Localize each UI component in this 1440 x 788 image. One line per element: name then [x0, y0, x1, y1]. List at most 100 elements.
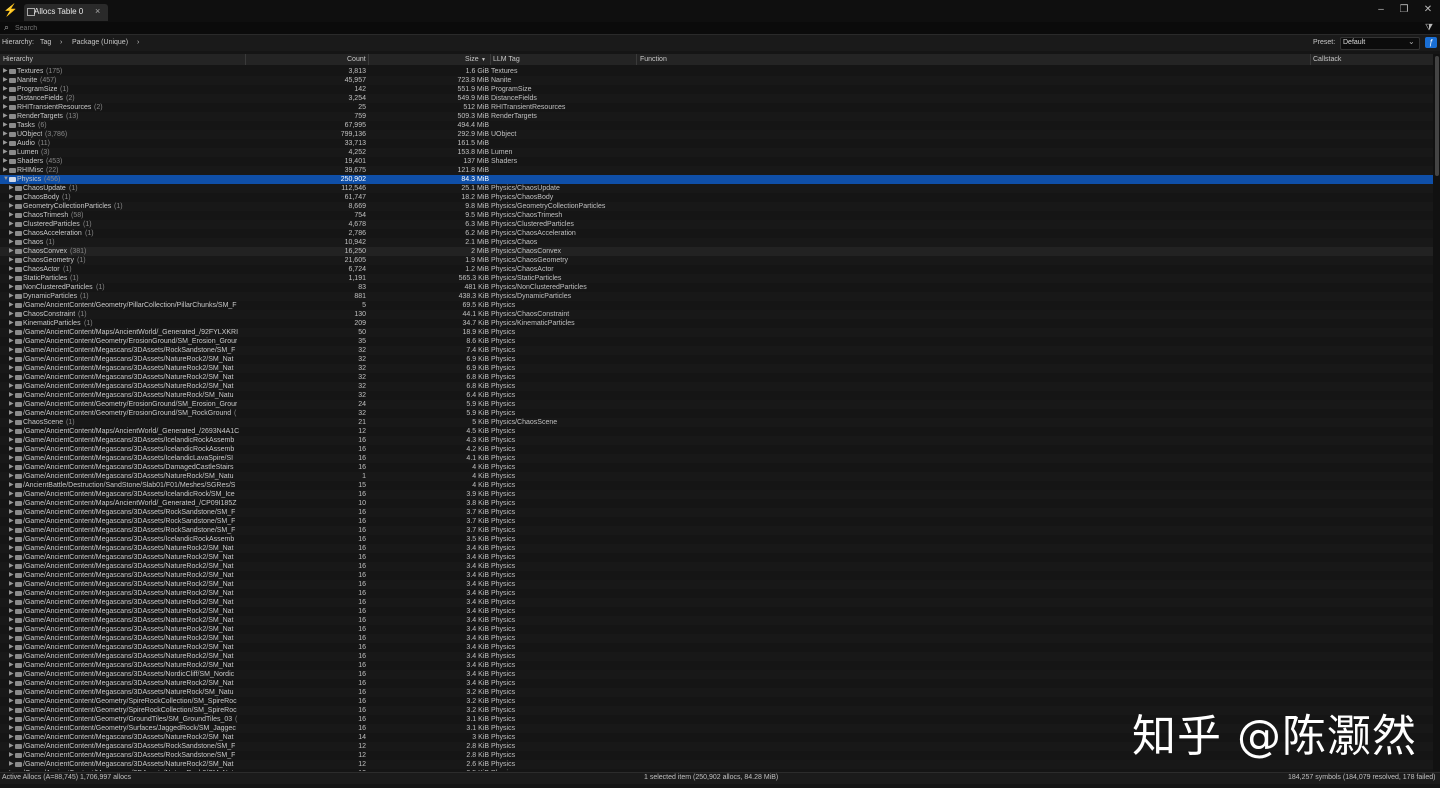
expand-arrow-icon[interactable]: ▶ — [9, 463, 14, 472]
expand-arrow-icon[interactable]: ▶ — [9, 301, 14, 310]
expand-arrow-icon[interactable]: ▶ — [9, 652, 14, 661]
table-row[interactable]: ▶ /Game/AncientContent/Megascans/3DAssets… — [0, 571, 1433, 580]
search-input[interactable] — [15, 23, 1415, 33]
expand-arrow-icon[interactable]: ▶ — [9, 229, 14, 238]
table-row[interactable]: ▶ ChaosScene (1) 21 5 KiB Physics/ChaosScene — [0, 418, 1433, 427]
table-row[interactable]: ▶ ChaosActor (1) 6,724 1.2 MiB Physics/ChaosA… — [0, 265, 1433, 274]
expand-arrow-icon[interactable]: ▶ — [9, 562, 14, 571]
expand-arrow-icon[interactable]: ▶ — [9, 337, 14, 346]
expand-arrow-icon[interactable]: ▶ — [9, 265, 14, 274]
expand-arrow-icon[interactable]: ▶ — [9, 535, 14, 544]
expand-arrow-icon[interactable]: ▶ — [9, 454, 14, 463]
table-row[interactable]: ▶ ChaosUpdate (1) 112,546 25.1 MiB Physics/Ch… — [0, 184, 1433, 193]
table-row[interactable]: ▶ ProgramSize (1) 142 551.9 MiB ProgramSize — [0, 85, 1433, 94]
expand-arrow-icon[interactable]: ▶ — [9, 715, 14, 724]
expand-arrow-icon[interactable]: ▶ — [9, 598, 14, 607]
function-toggle-button[interactable]: ƒ — [1425, 37, 1437, 48]
table-row[interactable]: ▶ /Game/AncientContent/Maps/AncientWorld/… — [0, 328, 1433, 337]
expand-arrow-icon[interactable]: ▶ — [9, 490, 14, 499]
expand-arrow-icon[interactable]: ▶ — [3, 148, 8, 157]
column-divider[interactable] — [245, 54, 246, 65]
minimize-button[interactable]: – — [1374, 4, 1388, 15]
table-row[interactable]: ▶ /Game/AncientContent/Geometry/ErosionGr… — [0, 337, 1433, 346]
column-header-count[interactable]: Count — [347, 56, 366, 63]
expand-arrow-icon[interactable]: ▶ — [9, 436, 14, 445]
expand-arrow-icon[interactable]: ▶ — [3, 130, 8, 139]
expand-arrow-icon[interactable]: ▶ — [9, 742, 14, 751]
expand-arrow-icon[interactable]: ▶ — [9, 670, 14, 679]
expand-arrow-icon[interactable]: ▶ — [9, 346, 14, 355]
expand-arrow-icon[interactable]: ▶ — [9, 202, 14, 211]
table-row[interactable]: ▶ /Game/AncientContent/Megascans/3DAssets… — [0, 355, 1433, 364]
column-header-hierarchy[interactable]: Hierarchy — [3, 56, 33, 63]
expand-arrow-icon[interactable]: ▶ — [9, 571, 14, 580]
table-row[interactable]: ▶ /Game/AncientContent/Megascans/3DAssets… — [0, 364, 1433, 373]
table-row[interactable]: ▶ /Game/AncientContent/Megascans/3DAssets… — [0, 463, 1433, 472]
expand-arrow-icon[interactable]: ▶ — [9, 553, 14, 562]
expand-arrow-icon[interactable]: ▶ — [9, 319, 14, 328]
expand-arrow-icon[interactable]: ▶ — [9, 193, 14, 202]
table-row[interactable]: ▶ /Game/AncientContent/Megascans/3DAssets… — [0, 670, 1433, 679]
expand-arrow-icon[interactable]: ▶ — [3, 76, 8, 85]
table-row[interactable]: ▶ UObject (3,786) 799,136 292.9 MiB UObject — [0, 130, 1433, 139]
table-row[interactable]: ▶ GeometryCollectionParticles (1) 8,669 9.8 … — [0, 202, 1433, 211]
expand-arrow-icon[interactable]: ▶ — [9, 355, 14, 364]
expand-arrow-icon[interactable]: ▶ — [9, 373, 14, 382]
close-window-button[interactable]: ✕ — [1421, 4, 1435, 15]
expand-arrow-icon[interactable]: ▶ — [9, 445, 14, 454]
table-row[interactable]: ▼ Physics (456) 250,902 84.3 MiB — [0, 175, 1433, 184]
expand-arrow-icon[interactable]: ▶ — [3, 67, 8, 76]
expand-arrow-icon[interactable]: ▶ — [9, 589, 14, 598]
expand-arrow-icon[interactable]: ▶ — [9, 760, 14, 769]
expand-arrow-icon[interactable]: ▶ — [9, 220, 14, 229]
table-row[interactable]: ▶ /Game/AncientContent/Megascans/3DAssets… — [0, 625, 1433, 634]
table-row[interactable]: ▶ Shaders (453) 19,401 137 MiB Shaders — [0, 157, 1433, 166]
expand-arrow-icon[interactable]: ▶ — [9, 724, 14, 733]
expand-arrow-icon[interactable]: ▶ — [9, 625, 14, 634]
table-row[interactable]: ▶ Nanite (457) 45,957 723.8 MiB Nanite — [0, 76, 1433, 85]
column-header-function[interactable]: Function — [640, 56, 667, 63]
table-row[interactable]: ▶ /Game/AncientContent/Megascans/3DAssets… — [0, 454, 1433, 463]
expand-arrow-icon[interactable]: ▶ — [3, 94, 8, 103]
table-row[interactable]: ▶ /Game/AncientContent/Megascans/3DAssets… — [0, 679, 1433, 688]
expand-arrow-icon[interactable]: ▶ — [9, 427, 14, 436]
table-row[interactable]: ▶ /Game/AncientContent/Megascans/3DAssets… — [0, 373, 1433, 382]
table-row[interactable]: ▶ /Game/AncientContent/Megascans/3DAssets… — [0, 436, 1433, 445]
column-divider[interactable] — [490, 54, 491, 65]
expand-arrow-icon[interactable]: ▶ — [9, 283, 14, 292]
table-row[interactable]: ▶ Audio (11) 33,713 161.5 MiB — [0, 139, 1433, 148]
tab-close-icon[interactable]: × — [95, 6, 100, 16]
expand-arrow-icon[interactable]: ▶ — [3, 112, 8, 121]
table-row[interactable]: ▶ /Game/AncientContent/Megascans/3DAssets… — [0, 526, 1433, 535]
expand-arrow-icon[interactable]: ▶ — [9, 706, 14, 715]
table-row[interactable]: ▶ /Game/AncientContent/Geometry/PillarCol… — [0, 301, 1433, 310]
table-row[interactable]: ▶ /Game/AncientContent/Megascans/3DAssets… — [0, 382, 1433, 391]
expand-arrow-icon[interactable]: ▶ — [9, 238, 14, 247]
table-row[interactable]: ▶ /Game/AncientContent/Megascans/3DAssets… — [0, 544, 1433, 553]
expand-arrow-icon[interactable]: ▶ — [9, 679, 14, 688]
expand-arrow-icon[interactable]: ▶ — [9, 508, 14, 517]
expand-arrow-icon[interactable]: ▶ — [9, 661, 14, 670]
expand-arrow-icon[interactable]: ▶ — [9, 526, 14, 535]
table-row[interactable]: ▶ /Game/AncientContent/Megascans/3DAssets… — [0, 634, 1433, 643]
table-row[interactable]: ▶ /Game/AncientContent/Megascans/3DAssets… — [0, 535, 1433, 544]
expand-arrow-icon[interactable]: ▶ — [9, 400, 14, 409]
column-header-size[interactable]: Size — [465, 56, 479, 63]
column-divider[interactable] — [368, 54, 369, 65]
breadcrumb-separator-icon[interactable]: › — [137, 39, 139, 46]
table-row[interactable]: ▶ RHITransientResources (2) 25 512 MiB RHITra… — [0, 103, 1433, 112]
table-row[interactable]: ▶ DynamicParticles (1) 881 438.3 KiB Physics/… — [0, 292, 1433, 301]
expand-arrow-icon[interactable]: ▶ — [9, 769, 14, 771]
table-row[interactable]: ▶ ChaosTrimesh (58) 754 9.5 MiB Physics/Chaos… — [0, 211, 1433, 220]
table-row[interactable]: ▶ /Game/AncientContent/Megascans/3DAssets… — [0, 445, 1433, 454]
table-row[interactable]: ▶ /Game/AncientContent/Megascans/3DAssets… — [0, 562, 1433, 571]
table-row[interactable]: ▶ /Game/AncientContent/Megascans/3DAssets… — [0, 553, 1433, 562]
expand-arrow-icon[interactable]: ▶ — [9, 391, 14, 400]
table-row[interactable]: ▶ ChaosGeometry (1) 21,605 1.9 MiB Physics/Ch… — [0, 256, 1433, 265]
expand-arrow-icon[interactable]: ▶ — [9, 733, 14, 742]
expand-arrow-icon[interactable]: ▶ — [9, 382, 14, 391]
expand-arrow-icon[interactable]: ▶ — [9, 580, 14, 589]
table-row[interactable]: ▶ DistanceFields (2) 3,254 549.9 MiB Distance… — [0, 94, 1433, 103]
expand-arrow-icon[interactable]: ▶ — [9, 643, 14, 652]
breadcrumb-package[interactable]: Package (Unique) — [72, 39, 128, 46]
